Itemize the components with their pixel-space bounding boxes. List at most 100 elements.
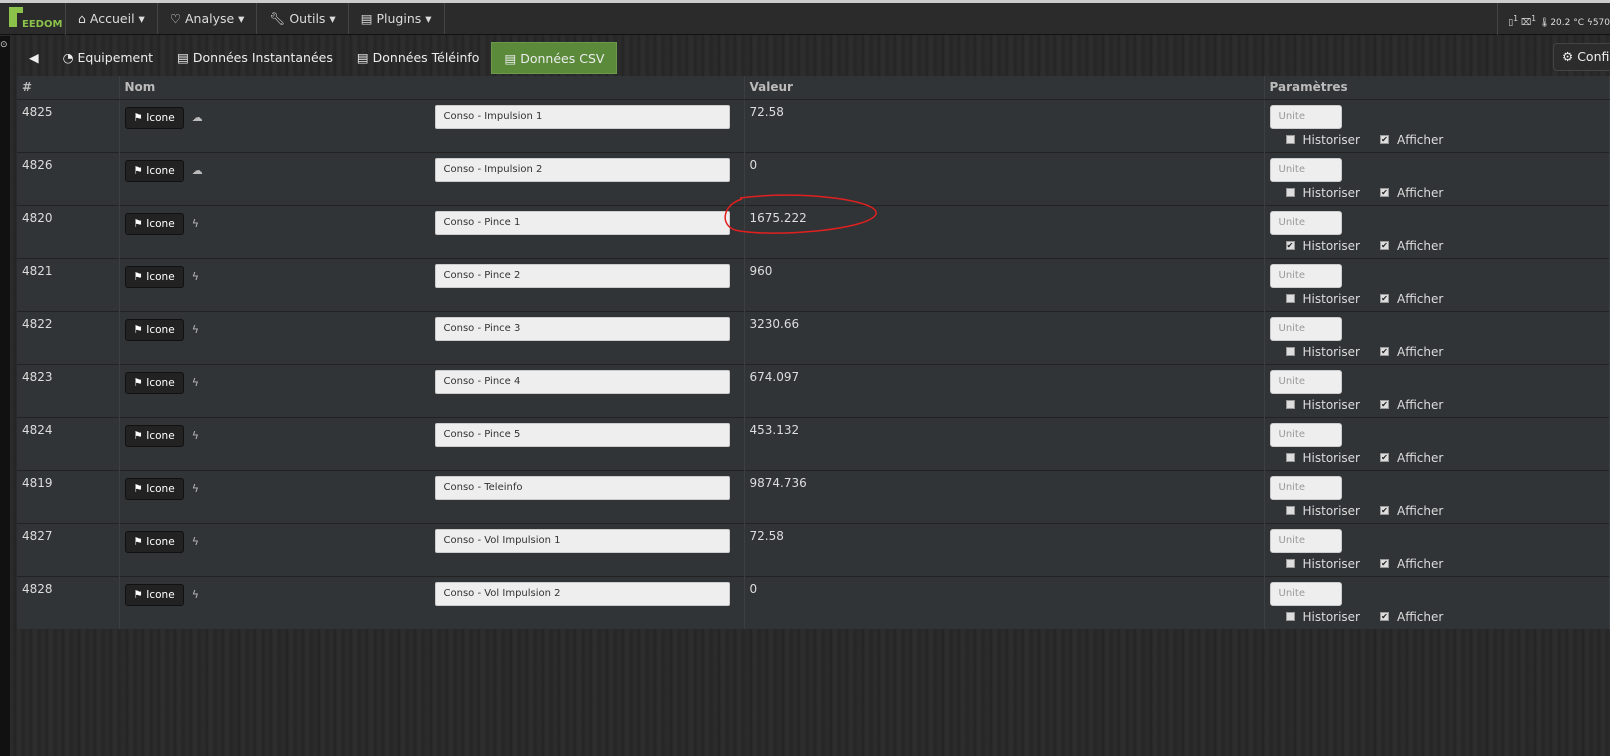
cmd-name-input[interactable]: Conso - Pince 4 — [434, 369, 730, 394]
icon-button[interactable]: ⚑ Icone — [124, 424, 184, 447]
historize-checkbox[interactable] — [1285, 135, 1295, 144]
back-button[interactable]: ◀ — [17, 42, 51, 74]
circle-arrow-icon: ⊙ — [0, 40, 8, 50]
cmd-value: 0 — [744, 151, 1265, 205]
cmd-name-input[interactable]: Conso - Vol Impulsion 1 — [434, 528, 730, 553]
unit-input[interactable]: Unite — [1269, 210, 1342, 235]
display-checkbox[interactable]: ✔ — [1380, 400, 1389, 409]
display-checkbox[interactable]: ✔ — [1380, 612, 1389, 621]
dashboard-icon: ◔ — [62, 50, 74, 65]
table-row: 4828 ⚑ Icone ϟ Conso - Vol Impulsion 2 0 … — [17, 575, 1610, 629]
unit-input[interactable]: Unite — [1269, 369, 1342, 394]
tab-donnees-csv[interactable]: ▤ Données CSV — [491, 42, 618, 74]
cmd-name-input[interactable]: Conso - Impulsion 2 — [434, 157, 730, 182]
tab-donnees-teleinfo[interactable]: ▤ Données Téléinfo — [345, 42, 492, 74]
table-icon: ▤ — [356, 50, 369, 65]
unit-input[interactable]: Unite — [1269, 422, 1342, 447]
bolt-icon: ϟ — [191, 428, 199, 442]
cloud-icon: ☁ — [191, 110, 203, 124]
cmd-value: 72.58 — [744, 98, 1265, 152]
cmd-name-input[interactable]: Conso - Pince 2 — [434, 263, 730, 288]
col-parametres: Paramètres — [1264, 76, 1610, 100]
display-checkbox[interactable]: ✔ — [1380, 453, 1389, 462]
historize-checkbox[interactable] — [1285, 347, 1295, 356]
commands-table: # Nom Valeur Paramètres 4825 ⚑ Icone ☁ Co… — [17, 76, 1610, 629]
window-icon: ⌧ — [1520, 18, 1532, 28]
icon-button[interactable]: ⚑ Icone — [124, 477, 184, 500]
cmd-id: 4823 — [17, 363, 120, 417]
unit-input[interactable]: Unite — [1269, 104, 1342, 129]
cmd-id: 4826 — [17, 151, 120, 205]
icon-button[interactable]: ⚑ Icone — [124, 212, 184, 235]
historize-checkbox[interactable] — [1285, 188, 1295, 197]
table-row: 4824 ⚑ Icone ϟ Conso - Pince 5 453.132 Un… — [17, 416, 1610, 470]
unit-input[interactable]: Unite — [1269, 157, 1342, 182]
cmd-value: 1675.222 — [744, 204, 1265, 258]
cmd-id: 4828 — [17, 575, 120, 629]
bolt-icon: ϟ — [191, 375, 199, 389]
historize-checkbox[interactable] — [1285, 506, 1295, 515]
bolt-icon: ϟ — [191, 322, 199, 336]
display-checkbox[interactable]: ✔ — [1380, 347, 1389, 356]
menu-analyse[interactable]: ♡ Analyse ▾ — [158, 3, 258, 34]
table-row: 4827 ⚑ Icone ϟ Conso - Vol Impulsion 1 72… — [17, 522, 1610, 576]
table-row: 4822 ⚑ Icone ϟ Conso - Pince 3 3230.66 Un… — [17, 310, 1610, 364]
icon-button[interactable]: ⚑ Icone — [124, 583, 184, 606]
jeedom-logo[interactable]: EEDOM — [0, 3, 66, 35]
tab-donnees-instantanees[interactable]: ▤ Données Instantanées — [165, 42, 345, 74]
cmd-name-input[interactable]: Conso - Impulsion 1 — [434, 104, 730, 129]
table-icon: ▤ — [504, 51, 517, 66]
bolt-icon: ϟ — [191, 534, 199, 548]
table-row: 4825 ⚑ Icone ☁ Conso - Impulsion 1 72.58 … — [17, 98, 1610, 152]
icon-button[interactable]: ⚑ Icone — [124, 530, 184, 553]
unit-input[interactable]: Unite — [1269, 475, 1342, 500]
bolt-icon: ϟ — [191, 481, 199, 495]
historize-checkbox[interactable]: ✔ — [1285, 241, 1295, 250]
display-checkbox[interactable]: ✔ — [1380, 241, 1389, 250]
icon-button[interactable]: ⚑ Icone — [124, 159, 184, 182]
col-valeur: Valeur — [744, 76, 1265, 100]
icon-button[interactable]: ⚑ Icone — [124, 318, 184, 341]
top-navbar: EEDOM ⌂ Accueil ▾ ♡ Analyse ▾ 🔧︎ Outils … — [0, 0, 1610, 35]
display-checkbox[interactable]: ✔ — [1380, 559, 1389, 568]
historize-checkbox[interactable] — [1285, 294, 1295, 303]
cloud-icon: ☁ — [191, 163, 203, 177]
icon-button[interactable]: ⚑ Icone — [124, 265, 184, 288]
side-panel-toggle[interactable]: ⊙ — [0, 36, 10, 756]
unit-input[interactable]: Unite — [1269, 316, 1342, 341]
cmd-name-input[interactable]: Conso - Teleinfo — [434, 475, 730, 500]
col-nom: Nom — [119, 76, 745, 100]
display-checkbox[interactable]: ✔ — [1380, 188, 1389, 197]
historize-checkbox[interactable] — [1285, 400, 1295, 409]
display-checkbox[interactable]: ✔ — [1380, 506, 1389, 515]
table-icon: ▤ — [177, 50, 189, 65]
menu-plugins[interactable]: ▤ Plugins ▾ — [349, 3, 445, 34]
tab-equipement[interactable]: ◔ Equipement — [51, 42, 165, 74]
cmd-id: 4827 — [17, 522, 120, 576]
cmd-name-input[interactable]: Conso - Vol Impulsion 2 — [434, 581, 730, 606]
cmd-name-input[interactable]: Conso - Pince 5 — [434, 422, 730, 447]
historize-checkbox[interactable] — [1285, 453, 1295, 462]
unit-input[interactable]: Unite — [1269, 263, 1342, 288]
cmd-value: 0 — [744, 575, 1265, 629]
display-checkbox[interactable]: ✔ — [1380, 135, 1389, 144]
cmd-value: 674.097 — [744, 363, 1265, 417]
cmd-value: 9874.736 — [744, 469, 1265, 523]
unit-input[interactable]: Unite — [1269, 528, 1342, 553]
cmd-name-input[interactable]: Conso - Pince 3 — [434, 316, 730, 341]
display-checkbox[interactable]: ✔ — [1380, 294, 1389, 303]
historize-checkbox[interactable] — [1285, 559, 1295, 568]
config-button[interactable]: ⚙ Config — [1553, 43, 1610, 71]
unit-input[interactable]: Unite — [1269, 581, 1342, 606]
icon-button[interactable]: ⚑ Icone — [124, 371, 184, 394]
cmd-id: 4819 — [17, 469, 120, 523]
bolt-icon: ϟ — [191, 269, 199, 283]
cmd-name-input[interactable]: Conso - Pince 1 — [434, 210, 730, 235]
menu-accueil[interactable]: ⌂ Accueil ▾ — [66, 3, 158, 34]
historize-checkbox[interactable] — [1285, 612, 1295, 621]
cmd-id: 4825 — [17, 98, 120, 152]
menu-outils[interactable]: 🔧︎ Outils ▾ — [257, 3, 349, 34]
icon-button[interactable]: ⚑ Icone — [124, 106, 184, 129]
cmd-value: 3230.66 — [744, 310, 1265, 364]
bolt-icon: ϟ — [191, 587, 199, 601]
